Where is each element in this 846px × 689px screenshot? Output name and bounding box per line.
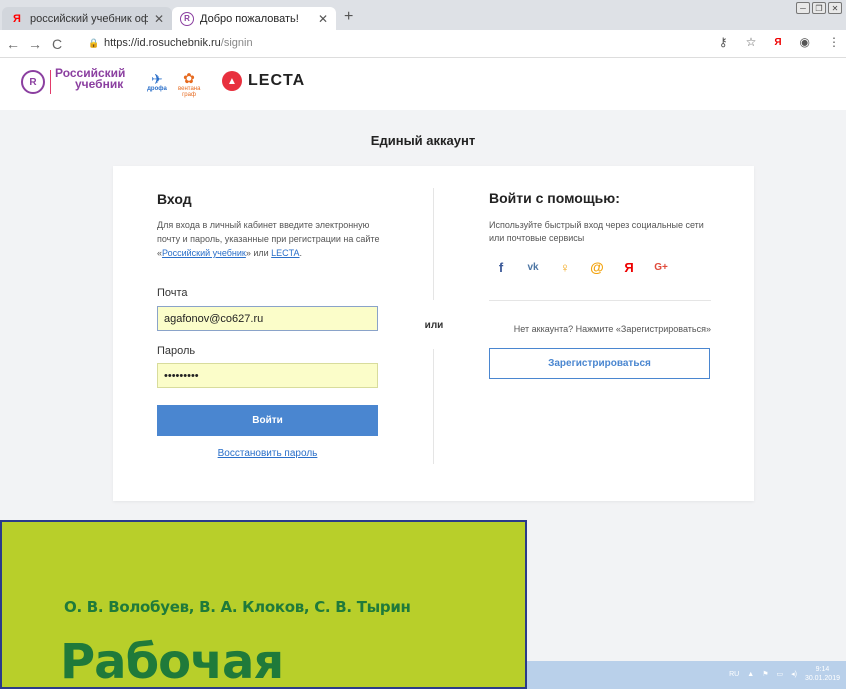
no-account-text: Нет аккаунта? Нажмите «Зарегистрироватьс… [513,324,711,334]
menu-icon[interactable]: ⋮ [828,35,840,49]
desc-text: » или [245,248,272,258]
tab-title: Добро пожаловать! [200,12,299,25]
volume-icon[interactable]: ◂) [791,670,797,678]
book-cover-image: О. В. Волобуев, В. А. Клоков, С. В. Тыри… [0,520,527,689]
restore-password-link[interactable]: Восстановить пароль [157,448,378,459]
tray-arrow-icon[interactable]: ▲ [747,671,754,678]
password-label: Пароль [157,345,196,357]
browser-tabstrip: Я российский учебник официаль ✕ R Добро … [0,0,846,30]
flower-icon: ✿ [183,70,195,86]
drofa-text: дрофа [147,86,167,92]
toolbar-right: ⚷ ☆ Я ◉ ⋮ [719,35,840,49]
lecta-logo[interactable]: ▲ LECTA [222,71,305,91]
auth-card: или Вход Для входа в личный кабинет введ… [113,166,754,501]
new-tab-icon[interactable]: + [344,8,353,26]
desc-text: . [299,248,303,258]
lecta-link[interactable]: LECTA [271,248,299,258]
yandex-icon[interactable]: Я [621,259,637,275]
social-description: Используйте быстрый вход через социальны… [489,220,704,243]
close-icon[interactable]: ✕ [154,12,164,26]
url-host: https://id.rosuchebnik.ru [104,37,221,49]
drofa-logo[interactable]: ✈ дрофа [146,72,168,94]
email-label: Почта [157,287,188,299]
browser-toolbar: ← → C 🔒 https://id.rosuchebnik.ru/signin… [0,30,846,58]
or-separator: или [424,320,444,331]
register-button[interactable]: Зарегистрироваться [489,348,710,379]
facebook-icon[interactable]: f [493,259,509,275]
window-controls: ─ ❐ ✕ [796,2,842,14]
yandex-icon: Я [13,12,21,25]
network-icon[interactable]: ▭ [776,670,783,678]
clock-time: 9:14 [815,666,830,673]
password-field[interactable]: ••••••••• [157,363,378,388]
mailru-icon[interactable]: @ [589,259,605,275]
reload-icon[interactable]: C [48,36,66,52]
browser-tab-2[interactable]: R Добро пожаловать! ✕ [172,7,336,30]
url-path: /signin [220,37,253,49]
forward-icon[interactable]: → [26,36,44,52]
tab-title: российский учебник официаль [30,12,148,25]
rosuchebnik-link[interactable]: Российский учебник [162,248,246,258]
book-title: Рабочая [60,634,284,689]
rosuchebnik-logo-icon[interactable]: R [21,70,45,94]
social-heading: Войти с помощью: [489,190,620,206]
clock[interactable]: 9:14 30.01.2019 [805,665,840,683]
book-authors: О. В. Волобуев, В. А. Клоков, С. В. Тыри… [64,598,411,616]
flag-icon[interactable]: ⚑ [762,670,768,678]
page-title: Единый аккаунт [370,133,476,148]
yandex-extension-icon[interactable]: Я [774,37,781,48]
bird-icon: ✈ [151,71,163,87]
browser-tab-1[interactable]: Я российский учебник официаль ✕ [2,7,172,30]
system-tray: RU ▲ ⚑ ▭ ◂) 9:14 30.01.2019 [729,665,840,683]
address-bar[interactable]: 🔒 https://id.rosuchebnik.ru/signin [88,33,738,53]
rosuchebnik-logo-text[interactable]: Российский учебник [55,67,125,91]
googleplus-icon[interactable]: G+ [653,259,669,275]
minimize-icon[interactable]: ─ [796,2,810,14]
back-icon[interactable]: ← [4,36,22,52]
close-icon[interactable]: ✕ [318,12,328,26]
lock-icon: 🔒 [88,37,100,48]
star-icon[interactable]: ☆ [746,35,757,49]
section-rule [489,300,711,301]
close-window-icon[interactable]: ✕ [828,2,842,14]
login-button[interactable]: Войти [157,405,378,436]
restore-icon[interactable]: ❐ [812,2,826,14]
language-indicator[interactable]: RU [729,671,739,678]
key-icon[interactable]: ⚷ [719,35,728,49]
vk-icon[interactable]: vk [525,259,541,275]
account-icon[interactable]: ◉ [800,35,810,49]
clock-date: 30.01.2019 [804,675,840,682]
rosuchebnik-icon: R [180,11,194,26]
site-header: R Российский учебник ✈ дрофа ✿ вентана г… [0,58,846,110]
odnoklassniki-icon[interactable]: ♀ [557,259,573,275]
ventana-text: вентана граф [178,86,201,98]
logo-separator [50,70,51,94]
ventana-logo[interactable]: ✿ вентана граф [178,70,200,98]
lecta-wordmark: LECTA [248,72,306,89]
divider [433,349,434,464]
lecta-triangle-icon: ▲ [222,71,242,91]
divider [433,188,434,300]
url-text: https://id.rosuchebnik.ru/signin [104,37,253,49]
social-buttons: f vk ♀ @ Я G+ [493,259,669,275]
logo-line2: учебник [75,77,124,91]
login-description: Для входа в личный кабинет введите элект… [157,218,382,260]
email-field[interactable]: agafonov@co627.ru [157,306,378,331]
login-heading: Вход [157,191,192,207]
